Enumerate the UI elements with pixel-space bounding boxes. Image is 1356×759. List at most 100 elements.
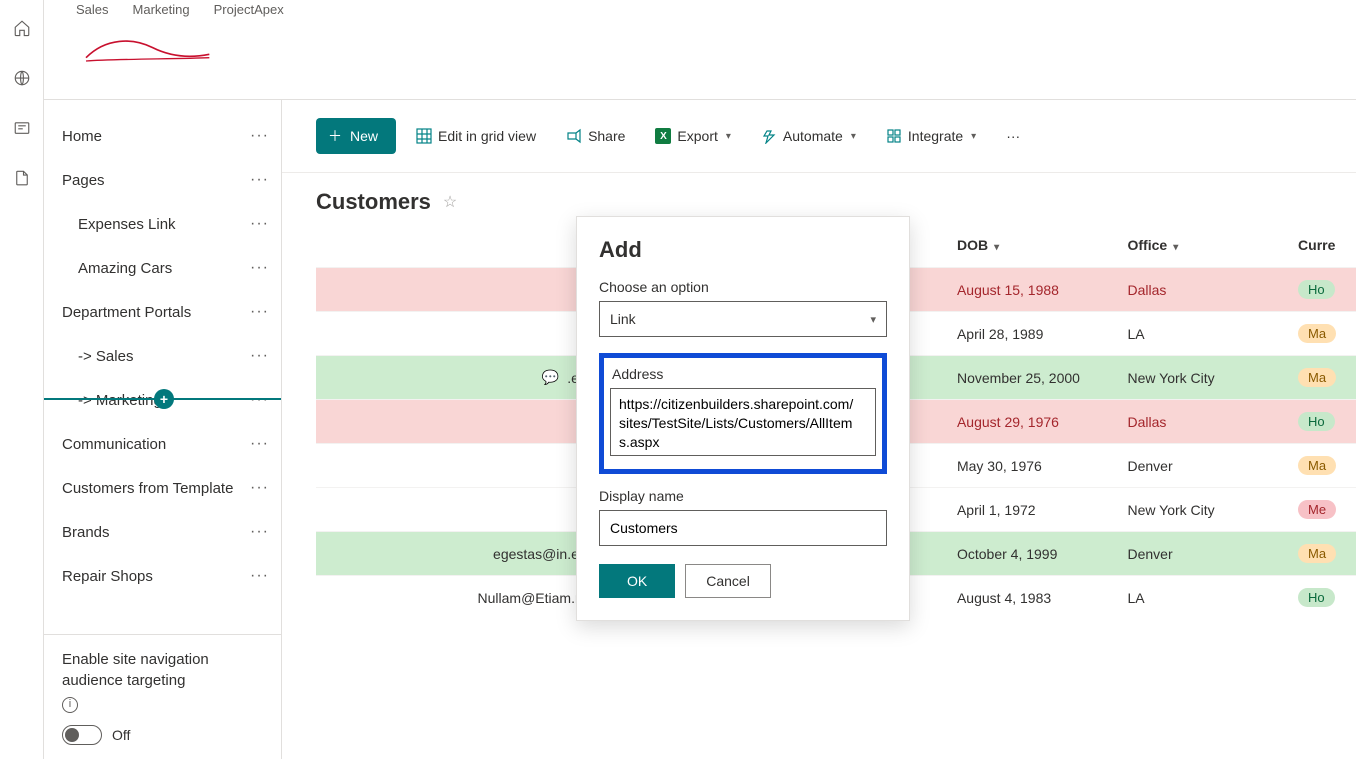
nav-repair-shops[interactable]: Repair Shops··· (44, 554, 281, 598)
cell-email (316, 488, 614, 532)
column-header-office[interactable]: Office▾ (1118, 223, 1289, 268)
nav-brands[interactable]: Brands··· (44, 510, 281, 554)
command-bar: ＋New Edit in grid view Share XExport▾ Au… (282, 100, 1356, 173)
edit-grid-button[interactable]: Edit in grid view (406, 122, 546, 150)
more-icon[interactable]: ··· (250, 347, 269, 365)
cell-office: Denver (1118, 532, 1289, 576)
more-icon[interactable]: ··· (250, 567, 269, 585)
toggle-state-label: Off (112, 727, 130, 743)
more-icon: ··· (1006, 128, 1020, 144)
news-icon[interactable] (12, 118, 32, 138)
file-icon[interactable] (12, 168, 32, 188)
breadcrumb-item[interactable]: Sales (76, 2, 109, 17)
more-commands-button[interactable]: ··· (996, 122, 1030, 150)
info-icon[interactable]: i (62, 697, 78, 713)
automate-icon (761, 128, 777, 144)
comment-icon[interactable]: 💬 (542, 369, 559, 386)
nav-communication[interactable]: Communication··· (44, 422, 281, 466)
export-button[interactable]: XExport▾ (645, 122, 741, 150)
address-input[interactable] (610, 388, 876, 456)
cell-currency: Ho (1288, 400, 1356, 444)
plus-icon: ＋ (328, 126, 342, 146)
automate-button[interactable]: Automate▾ (751, 122, 866, 150)
cell-dob: May 30, 1976 (947, 444, 1118, 488)
more-icon[interactable]: ··· (250, 479, 269, 497)
breadcrumb-item[interactable]: ProjectApex (214, 2, 284, 17)
share-button[interactable]: Share (556, 122, 635, 150)
nav-expenses-link[interactable]: Expenses Link··· (44, 202, 281, 246)
cell-email (316, 444, 614, 488)
option-select[interactable]: Link▾ (599, 301, 887, 337)
nav-amazing-cars[interactable]: Amazing Cars··· (44, 246, 281, 290)
nav-home[interactable]: Home··· (44, 114, 281, 158)
cell-office: LA (1118, 312, 1289, 356)
excel-icon: X (655, 128, 671, 144)
column-header-dob[interactable]: DOB▾ (947, 223, 1118, 268)
add-nav-item-button[interactable]: + (154, 389, 174, 409)
cell-currency: Ma (1288, 532, 1356, 576)
cell-currency: Ho (1288, 268, 1356, 312)
column-header-currency[interactable]: Curre (1288, 223, 1356, 268)
site-header: Sales Marketing ProjectApex (44, 0, 1356, 100)
integrate-button[interactable]: Integrate▾ (876, 122, 986, 150)
display-name-label: Display name (599, 488, 887, 504)
ok-button[interactable]: OK (599, 564, 675, 598)
cell-email: Nullam@Etiam.net (316, 576, 614, 620)
globe-icon[interactable] (12, 68, 32, 88)
status-badge: Ho (1298, 412, 1335, 431)
nav-pages[interactable]: Pages··· (44, 158, 281, 202)
cancel-button[interactable]: Cancel (685, 564, 771, 598)
address-label: Address (612, 366, 876, 382)
cell-dob: August 15, 1988 (947, 268, 1118, 312)
chevron-down-icon: ▾ (726, 131, 731, 142)
app-rail (0, 0, 44, 759)
integrate-icon (886, 128, 902, 144)
cell-office: Denver (1118, 444, 1289, 488)
dialog-title: Add (599, 237, 887, 263)
more-icon[interactable]: ··· (250, 259, 269, 277)
cell-currency: Me (1288, 488, 1356, 532)
nav-sales[interactable]: -> Sales··· (44, 334, 281, 378)
cell-dob: April 1, 1972 (947, 488, 1118, 532)
site-logo (76, 21, 216, 81)
breadcrumb: Sales Marketing ProjectApex (76, 0, 1356, 17)
more-icon[interactable]: ··· (250, 523, 269, 541)
chevron-down-icon: ▾ (994, 242, 999, 253)
cell-email (316, 312, 614, 356)
status-badge: Ma (1298, 368, 1336, 387)
more-icon[interactable]: ··· (250, 435, 269, 453)
status-badge: Ma (1298, 544, 1336, 563)
status-badge: Ma (1298, 456, 1336, 475)
chevron-down-icon: ▾ (851, 131, 856, 142)
more-icon[interactable]: ··· (250, 303, 269, 321)
cell-office: New York City (1118, 356, 1289, 400)
more-icon[interactable]: ··· (250, 215, 269, 233)
cell-office: New York City (1118, 488, 1289, 532)
site-nav: Home··· Pages··· Expenses Link··· Amazin… (44, 100, 282, 759)
more-icon[interactable]: ··· (250, 391, 269, 409)
audience-targeting-toggle[interactable]: Off (62, 725, 263, 745)
favorite-icon[interactable]: ☆ (443, 192, 457, 212)
cell-email: egestas@in.edu (316, 532, 614, 576)
status-badge: Ma (1298, 324, 1336, 343)
breadcrumb-item[interactable]: Marketing (133, 2, 190, 17)
cell-email: 💬.edu (316, 356, 614, 400)
more-icon[interactable]: ··· (250, 127, 269, 145)
cell-office: LA (1118, 576, 1289, 620)
add-link-dialog: Add Choose an option Link▾ Address Displ… (576, 216, 910, 621)
more-icon[interactable]: ··· (250, 171, 269, 189)
nav-department-portals[interactable]: Department Portals··· (44, 290, 281, 334)
chevron-down-icon: ▾ (1173, 242, 1178, 253)
list-title: Customers (316, 189, 431, 215)
cell-currency: Ho (1288, 576, 1356, 620)
cell-office: Dallas (1118, 400, 1289, 444)
new-button[interactable]: ＋New (316, 118, 396, 154)
status-badge: Ho (1298, 588, 1335, 607)
cell-currency: Ma (1288, 444, 1356, 488)
cell-dob: April 28, 1989 (947, 312, 1118, 356)
cell-currency: Ma (1288, 356, 1356, 400)
display-name-input[interactable] (599, 510, 887, 546)
nav-customers-template[interactable]: Customers from Template··· (44, 466, 281, 510)
column-header-email[interactable] (316, 223, 614, 268)
home-icon[interactable] (12, 18, 32, 38)
